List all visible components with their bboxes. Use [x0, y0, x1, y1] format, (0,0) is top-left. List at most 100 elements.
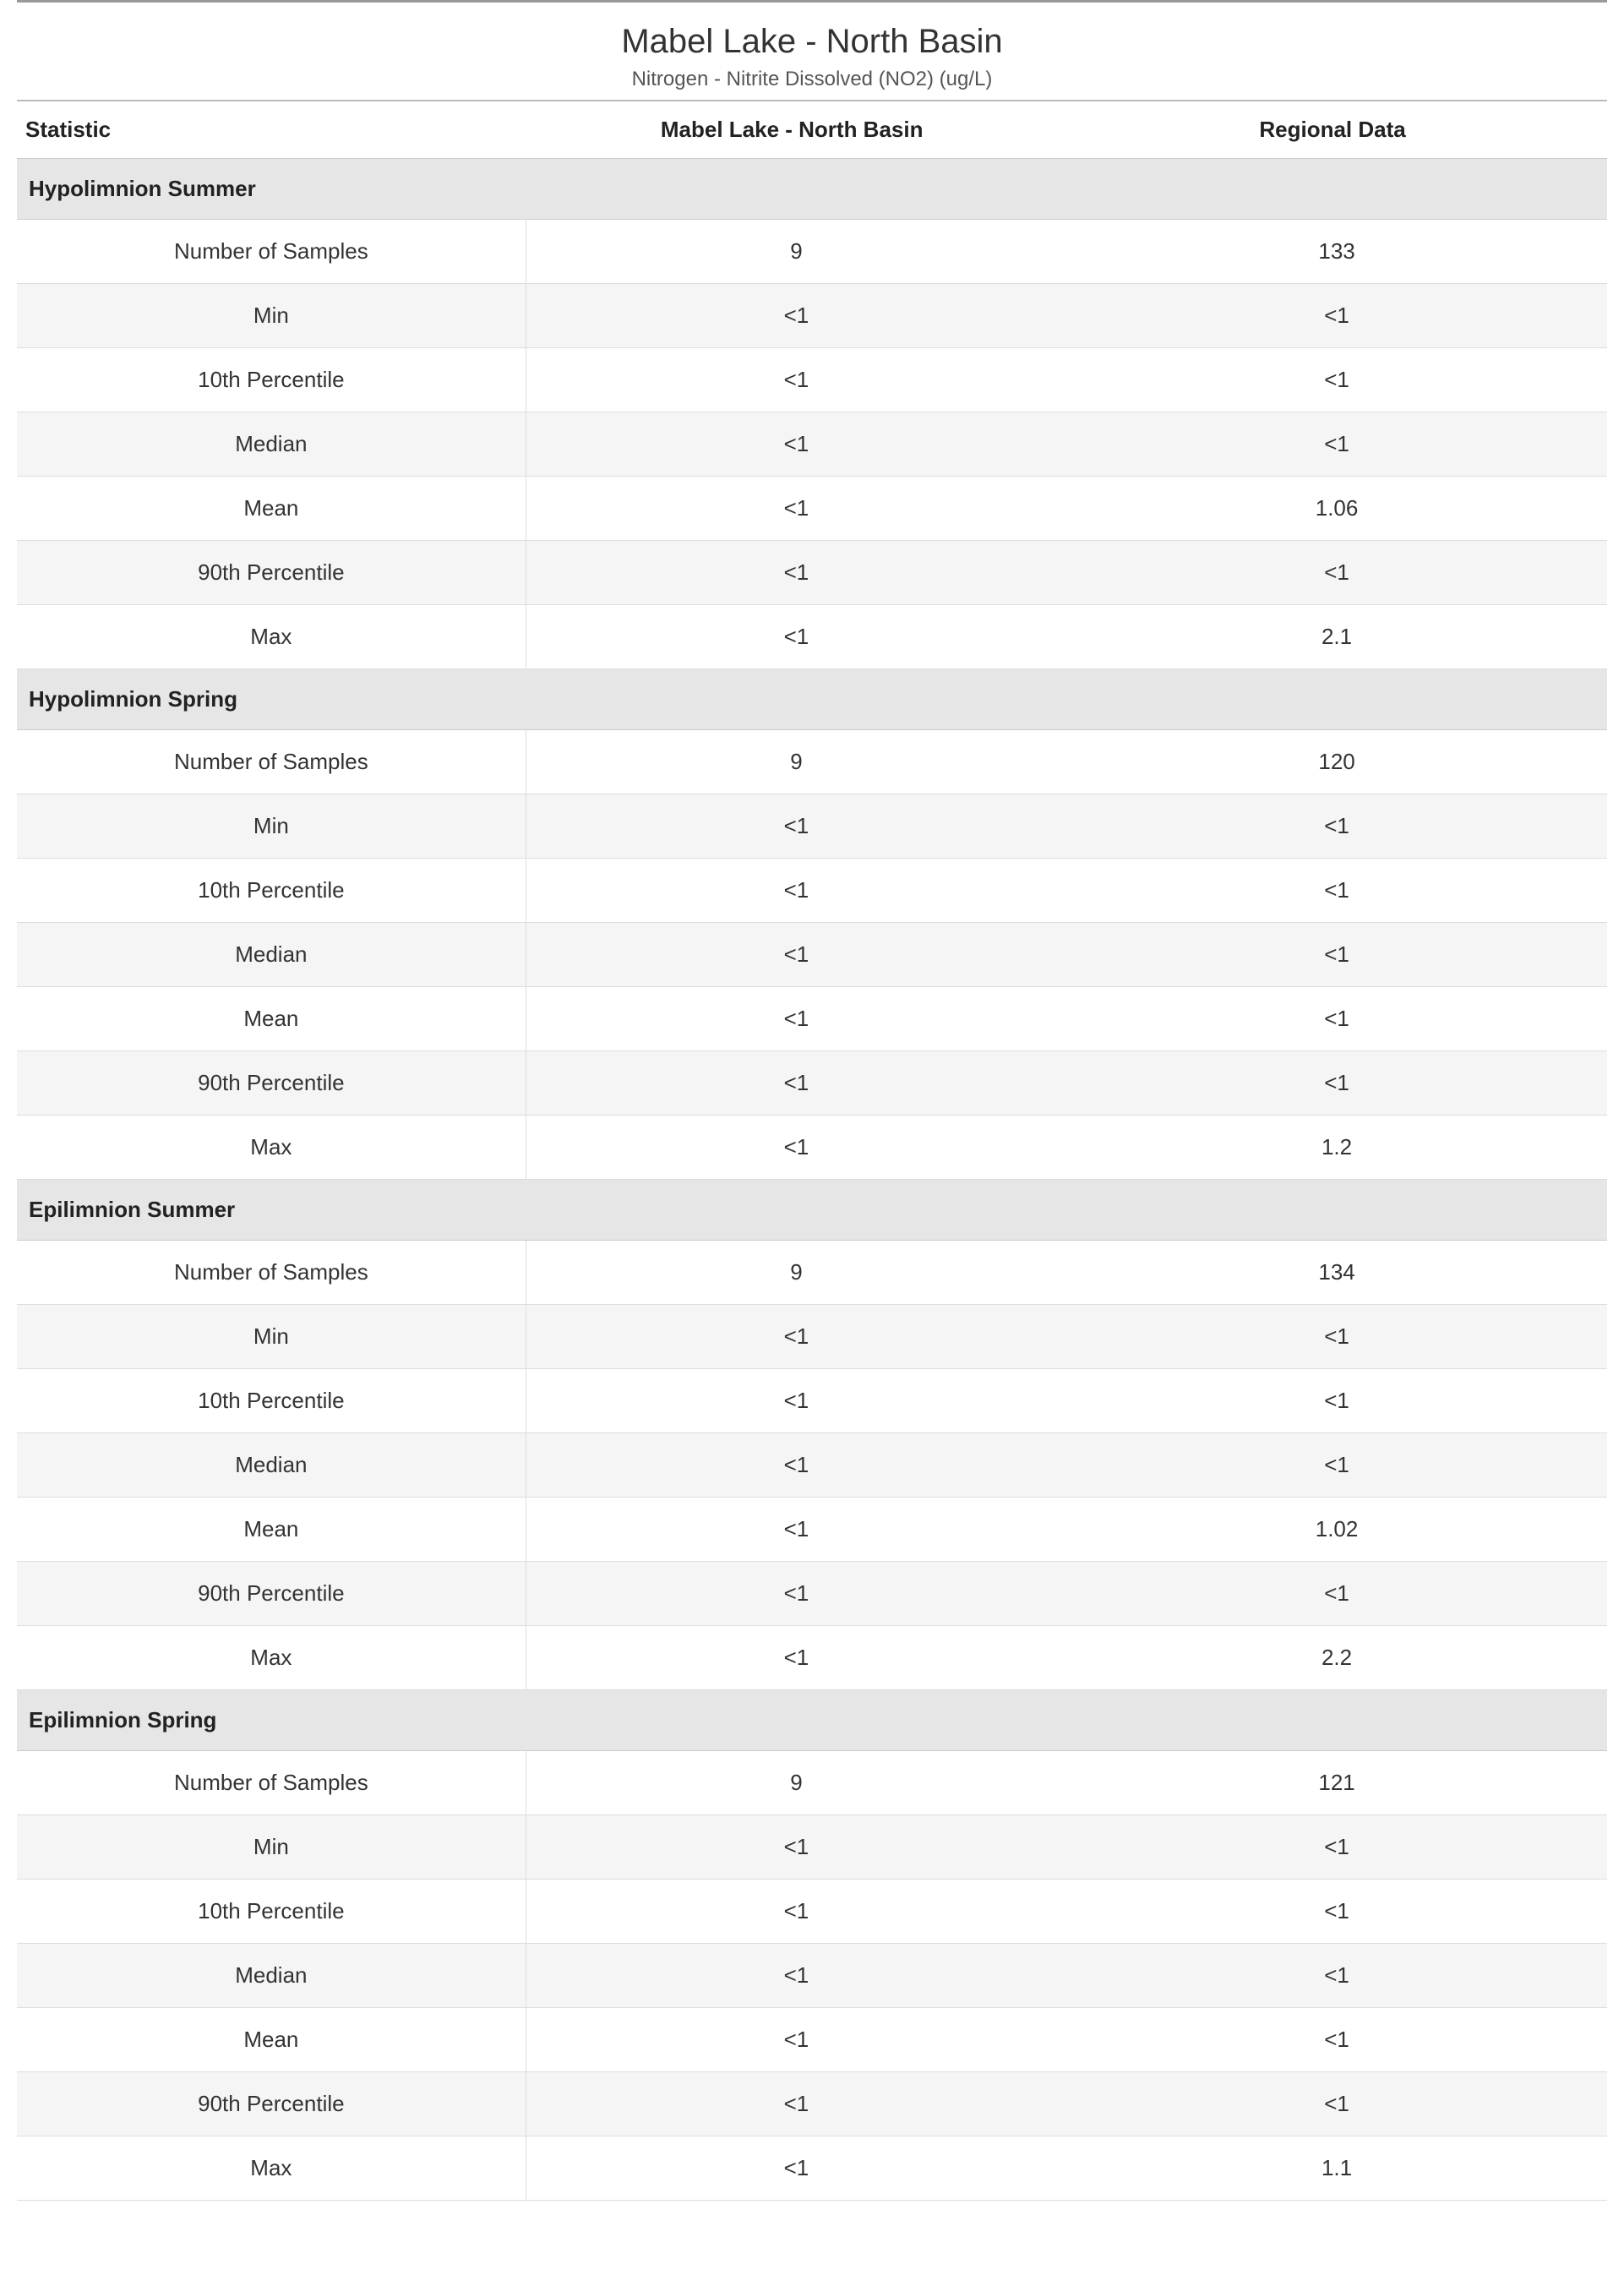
site-value: <1: [526, 1944, 1066, 2008]
table-row: Median<1<1: [17, 412, 1607, 477]
site-value: <1: [526, 412, 1066, 477]
regional-value: <1: [1066, 1880, 1607, 1944]
regional-value: 1.1: [1066, 2136, 1607, 2201]
section-title: Epilimnion Summer: [17, 1180, 1607, 1241]
regional-value: 2.2: [1066, 1626, 1607, 1690]
site-value: <1: [526, 1626, 1066, 1690]
site-value: <1: [526, 1880, 1066, 1944]
site-value: <1: [526, 2072, 1066, 2136]
col-header-statistic: Statistic: [17, 101, 526, 159]
table-row: 10th Percentile<1<1: [17, 348, 1607, 412]
section-header: Hypolimnion Spring: [17, 669, 1607, 730]
site-value: <1: [526, 541, 1066, 605]
table-row: Max<11.2: [17, 1116, 1607, 1180]
stat-label: Median: [17, 1433, 526, 1498]
regional-value: 2.1: [1066, 605, 1607, 669]
table-row: Min<1<1: [17, 284, 1607, 348]
section-title: Hypolimnion Summer: [17, 159, 1607, 220]
regional-value: <1: [1066, 348, 1607, 412]
table-row: 90th Percentile<1<1: [17, 1051, 1607, 1116]
site-value: <1: [526, 1498, 1066, 1562]
site-value: <1: [526, 794, 1066, 859]
stat-label: Min: [17, 1815, 526, 1880]
stat-label: 90th Percentile: [17, 1051, 526, 1116]
regional-value: <1: [1066, 1369, 1607, 1433]
stat-label: Median: [17, 1944, 526, 2008]
stat-label: Median: [17, 923, 526, 987]
table-row: 90th Percentile<1<1: [17, 2072, 1607, 2136]
page-title: Mabel Lake - North Basin: [17, 23, 1607, 61]
site-value: <1: [526, 1305, 1066, 1369]
stat-label: 10th Percentile: [17, 1369, 526, 1433]
regional-value: <1: [1066, 2072, 1607, 2136]
regional-value: 1.06: [1066, 477, 1607, 541]
regional-value: <1: [1066, 1944, 1607, 2008]
table-row: Min<1<1: [17, 1815, 1607, 1880]
site-value: <1: [526, 1562, 1066, 1626]
regional-value: <1: [1066, 1433, 1607, 1498]
site-value: <1: [526, 477, 1066, 541]
regional-value: <1: [1066, 541, 1607, 605]
table-row: Mean<1<1: [17, 987, 1607, 1051]
stat-label: Number of Samples: [17, 1241, 526, 1305]
table-row: Min<1<1: [17, 1305, 1607, 1369]
regional-value: 1.2: [1066, 1116, 1607, 1180]
stat-label: Max: [17, 1116, 526, 1180]
stat-label: Min: [17, 1305, 526, 1369]
table-row: Median<1<1: [17, 1944, 1607, 2008]
site-value: <1: [526, 284, 1066, 348]
site-value: <1: [526, 987, 1066, 1051]
site-value: <1: [526, 1116, 1066, 1180]
table-row: Max<12.2: [17, 1626, 1607, 1690]
site-value: <1: [526, 859, 1066, 923]
stat-label: Number of Samples: [17, 730, 526, 794]
table-header-row: Statistic Mabel Lake - North Basin Regio…: [17, 101, 1607, 159]
table-row: Min<1<1: [17, 794, 1607, 859]
section-header: Epilimnion Summer: [17, 1180, 1607, 1241]
section-header: Hypolimnion Summer: [17, 159, 1607, 220]
regional-value: <1: [1066, 412, 1607, 477]
table-row: 10th Percentile<1<1: [17, 1880, 1607, 1944]
stat-label: Mean: [17, 2008, 526, 2072]
table-row: Number of Samples9134: [17, 1241, 1607, 1305]
regional-value: 1.02: [1066, 1498, 1607, 1562]
regional-value: <1: [1066, 284, 1607, 348]
regional-value: <1: [1066, 1051, 1607, 1116]
table-row: Number of Samples9133: [17, 220, 1607, 284]
section-title: Hypolimnion Spring: [17, 669, 1607, 730]
stat-label: 10th Percentile: [17, 859, 526, 923]
site-value: 9: [526, 1241, 1066, 1305]
site-value: <1: [526, 1369, 1066, 1433]
regional-value: 121: [1066, 1751, 1607, 1815]
site-value: 9: [526, 220, 1066, 284]
table-row: 10th Percentile<1<1: [17, 1369, 1607, 1433]
regional-value: <1: [1066, 1815, 1607, 1880]
page-subtitle: Nitrogen - Nitrite Dissolved (NO2) (ug/L…: [17, 68, 1607, 91]
regional-value: <1: [1066, 987, 1607, 1051]
stat-label: Number of Samples: [17, 220, 526, 284]
col-header-regional: Regional Data: [1066, 101, 1607, 159]
stat-label: Min: [17, 284, 526, 348]
regional-value: 120: [1066, 730, 1607, 794]
stat-label: 10th Percentile: [17, 1880, 526, 1944]
stat-label: Number of Samples: [17, 1751, 526, 1815]
site-value: <1: [526, 2008, 1066, 2072]
site-value: 9: [526, 1751, 1066, 1815]
section-title: Epilimnion Spring: [17, 1690, 1607, 1751]
table-row: Number of Samples9121: [17, 1751, 1607, 1815]
table-row: Mean<11.06: [17, 477, 1607, 541]
regional-value: 133: [1066, 220, 1607, 284]
table-row: 90th Percentile<1<1: [17, 1562, 1607, 1626]
regional-value: <1: [1066, 794, 1607, 859]
regional-value: <1: [1066, 923, 1607, 987]
table-row: Max<11.1: [17, 2136, 1607, 2201]
site-value: <1: [526, 1433, 1066, 1498]
stat-label: Mean: [17, 477, 526, 541]
section-header: Epilimnion Spring: [17, 1690, 1607, 1751]
stat-label: 90th Percentile: [17, 541, 526, 605]
stat-label: Mean: [17, 987, 526, 1051]
site-value: <1: [526, 923, 1066, 987]
regional-value: 134: [1066, 1241, 1607, 1305]
regional-value: <1: [1066, 2008, 1607, 2072]
table-row: Number of Samples9120: [17, 730, 1607, 794]
